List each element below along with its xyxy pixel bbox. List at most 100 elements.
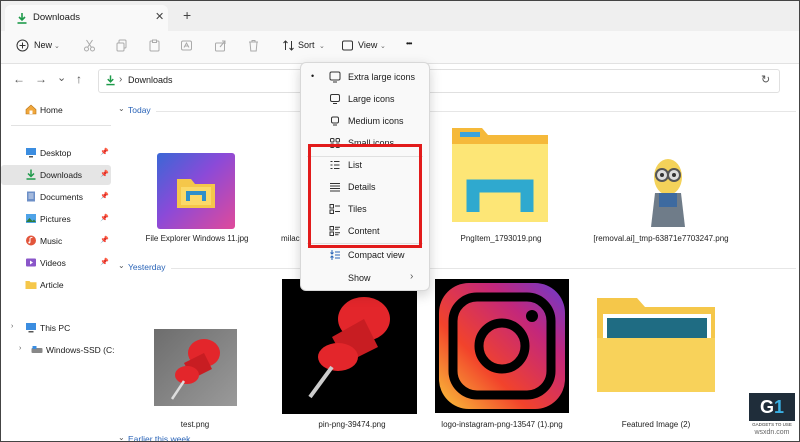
sidebar-item-label: Videos xyxy=(40,258,66,268)
watermark-logo-icon: G1 xyxy=(749,393,795,421)
tab-title: Downloads xyxy=(33,12,80,23)
drive-icon xyxy=(31,345,43,357)
this-pc-icon xyxy=(25,322,37,333)
view-chevron-icon: ⌄ xyxy=(380,43,386,50)
expand-chevron-icon[interactable]: › xyxy=(19,345,21,352)
thumbnail-file-explorer[interactable] xyxy=(157,153,235,229)
recent-chevron-icon[interactable]: ⌄ xyxy=(57,71,66,84)
expand-chevron-icon[interactable]: › xyxy=(11,323,13,330)
view-icon xyxy=(341,39,355,53)
close-tab-icon[interactable]: ✕ xyxy=(155,10,164,23)
pin-icon: 📌 xyxy=(100,149,109,156)
desktop-icon xyxy=(25,147,37,158)
thumbnail-pngitem[interactable] xyxy=(448,124,553,228)
sidebar-item-desktop[interactable]: Desktop 📌 xyxy=(1,143,111,163)
sidebar-item-home[interactable]: Home xyxy=(1,100,111,120)
thumbnail-pin[interactable] xyxy=(282,279,417,414)
collapse-yesterday-icon[interactable]: ⌄ xyxy=(118,261,125,270)
collapse-earlier-icon[interactable]: ⌄ xyxy=(118,433,125,441)
folder-icon xyxy=(25,279,37,290)
sidebar-item-pictures[interactable]: Pictures 📌 xyxy=(1,209,111,229)
downloads-icon xyxy=(25,169,37,180)
new-plus-icon xyxy=(16,39,30,53)
menu-item-label: Large icons xyxy=(348,94,395,104)
thumbnail-removal-ai[interactable] xyxy=(641,153,695,229)
file-explorer-window: Downloads ✕ + New ⌄ Sort ⌄ View ⌄ ••• ← … xyxy=(0,0,800,442)
command-bar: New ⌄ Sort ⌄ View ⌄ ••• xyxy=(1,31,799,64)
menu-item-extra-large-icons[interactable]: • Extra large icons xyxy=(301,66,429,88)
thumbnail-featured-folder[interactable] xyxy=(595,294,717,394)
sort-chevron-icon: ⌄ xyxy=(319,43,325,50)
compact-view-icon xyxy=(329,249,341,261)
download-arrow-icon xyxy=(16,12,28,26)
documents-icon xyxy=(25,191,37,202)
pin-icon: 📌 xyxy=(100,171,109,178)
extra-large-icons-icon xyxy=(329,71,341,83)
menu-item-show[interactable]: Show › xyxy=(301,267,429,289)
new-button[interactable]: New xyxy=(34,40,52,50)
menu-item-label: Compact view xyxy=(348,250,405,260)
sort-button[interactable]: Sort xyxy=(298,40,315,50)
thumbnail-instagram[interactable] xyxy=(435,279,569,413)
file-name: PngItem_1793019.png xyxy=(460,234,542,243)
sidebar-item-label: Article xyxy=(40,280,64,290)
group-header-today[interactable]: Today xyxy=(128,105,151,115)
up-arrow-icon[interactable]: ↑ xyxy=(76,72,82,86)
menu-item-label: Show xyxy=(348,273,371,283)
videos-icon xyxy=(25,257,37,268)
copy-icon[interactable] xyxy=(115,39,129,53)
cut-icon[interactable] xyxy=(83,39,97,53)
breadcrumb-separator: › xyxy=(119,74,123,85)
group-header-yesterday[interactable]: Yesterday xyxy=(128,262,166,272)
sidebar-item-this-pc[interactable]: › This PC xyxy=(1,318,111,338)
navigation-pane: Home Desktop 📌 Downloads 📌 Documents 📌 P… xyxy=(1,96,115,441)
delete-icon[interactable] xyxy=(247,39,261,53)
sidebar-item-music[interactable]: Music 📌 xyxy=(1,231,111,251)
sidebar-item-label: Documents xyxy=(40,192,83,202)
paste-icon[interactable] xyxy=(148,39,162,53)
pictures-icon xyxy=(25,213,37,224)
pin-icon: 📌 xyxy=(100,259,109,266)
sidebar-item-label: Downloads xyxy=(40,170,83,180)
tab-downloads[interactable]: Downloads ✕ xyxy=(5,5,168,31)
menu-item-label: Medium icons xyxy=(348,116,404,126)
medium-icons-icon xyxy=(329,115,341,127)
group-divider xyxy=(156,111,796,112)
share-icon[interactable] xyxy=(214,39,228,53)
menu-item-label: Extra large icons xyxy=(348,72,416,82)
new-tab-button[interactable]: + xyxy=(183,7,191,23)
watermark-text: GADGETS TO USE xyxy=(752,422,792,427)
sidebar-item-label: Home xyxy=(40,105,63,115)
more-options-button[interactable]: ••• xyxy=(406,39,412,48)
address-bar[interactable]: › Downloads ↻ xyxy=(98,69,780,93)
breadcrumb-downloads[interactable]: Downloads xyxy=(128,75,173,85)
sidebar-item-label: Windows-SSD (C: xyxy=(46,345,115,355)
sort-icon xyxy=(282,39,296,53)
large-icons-icon xyxy=(329,93,341,105)
sidebar-divider xyxy=(11,125,111,126)
music-icon xyxy=(25,235,37,246)
rename-icon[interactable] xyxy=(180,39,194,53)
refresh-icon[interactable]: ↻ xyxy=(761,73,770,86)
sidebar-item-windows-ssd[interactable]: › Windows-SSD (C: xyxy=(1,340,115,360)
thumbnail-test[interactable] xyxy=(154,329,237,406)
collapse-today-icon[interactable]: ⌄ xyxy=(118,104,125,113)
file-name: pin-png-39474.png xyxy=(318,420,386,429)
sidebar-item-label: Music xyxy=(40,236,63,246)
sidebar-item-downloads[interactable]: Downloads 📌 xyxy=(1,165,111,185)
sidebar-item-videos[interactable]: Videos 📌 xyxy=(1,253,111,273)
highlight-box xyxy=(308,144,422,248)
menu-item-large-icons[interactable]: Large icons xyxy=(301,88,429,110)
file-name: File Explorer Windows 11.jpg xyxy=(145,234,249,243)
view-button[interactable]: View xyxy=(358,40,377,50)
watermark-site: wsxdn.com xyxy=(754,429,790,436)
sidebar-item-documents[interactable]: Documents 📌 xyxy=(1,187,111,207)
back-arrow-icon[interactable]: ← xyxy=(13,72,25,86)
file-name: Featured Image (2) xyxy=(621,420,691,429)
sidebar-item-article[interactable]: Article xyxy=(1,275,111,295)
submenu-chevron-icon: › xyxy=(410,271,414,282)
menu-item-medium-icons[interactable]: Medium icons xyxy=(301,110,429,132)
forward-arrow-icon[interactable]: → xyxy=(35,72,47,86)
group-header-earlier[interactable]: Earlier this week xyxy=(128,434,190,441)
chevron-down-icon: ⌄ xyxy=(54,43,60,50)
